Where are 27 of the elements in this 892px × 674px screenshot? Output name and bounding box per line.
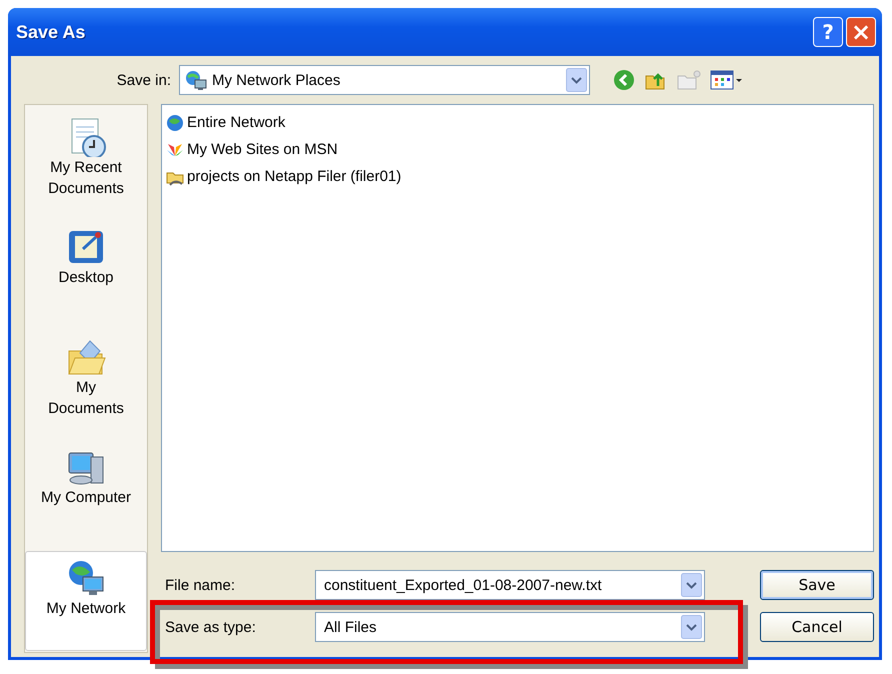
places-item[interactable]: My Documents [25, 331, 147, 431]
file-item[interactable]: projects on Netapp Filer (filer01) [166, 163, 869, 190]
places-item[interactable]: My Network [25, 551, 147, 651]
save-button[interactable]: Save [760, 570, 874, 600]
file-name-field[interactable]: constituent_Exported_01-08-2007-new.txt [315, 570, 705, 600]
file-item[interactable]: My Web Sites on MSN [166, 136, 869, 163]
dropdown-value: My Network Places [211, 72, 342, 88]
save-as-type-label: Save as type: [164, 618, 257, 636]
file-item[interactable]: Entire Network [166, 109, 869, 136]
window-title: Save As [16, 22, 86, 42]
cancel-button[interactable]: Cancel [760, 612, 874, 642]
globe-icon [166, 114, 184, 132]
save-in-dropdown[interactable]: My Network Places [179, 65, 590, 95]
close-button[interactable]: × [846, 17, 876, 47]
field-value: constituent_Exported_01-08-2007-new.txt [323, 576, 603, 594]
save-as-type-dropdown[interactable]: All Files [315, 612, 705, 642]
file-name-label: File name: [164, 576, 236, 594]
network-places-icon [184, 69, 208, 91]
field-value: All Files [323, 618, 378, 636]
new-folder-icon[interactable] [676, 68, 702, 92]
save-in-label: Save in: [116, 72, 171, 88]
places-item[interactable]: Desktop [25, 221, 147, 321]
places-item[interactable]: My Computer [25, 441, 147, 541]
places-item[interactable]: My Recent Documents [25, 111, 147, 211]
help-button[interactable]: ? [813, 17, 843, 47]
view-menu-icon[interactable] [710, 68, 744, 92]
network-computer-icon [66, 558, 106, 598]
